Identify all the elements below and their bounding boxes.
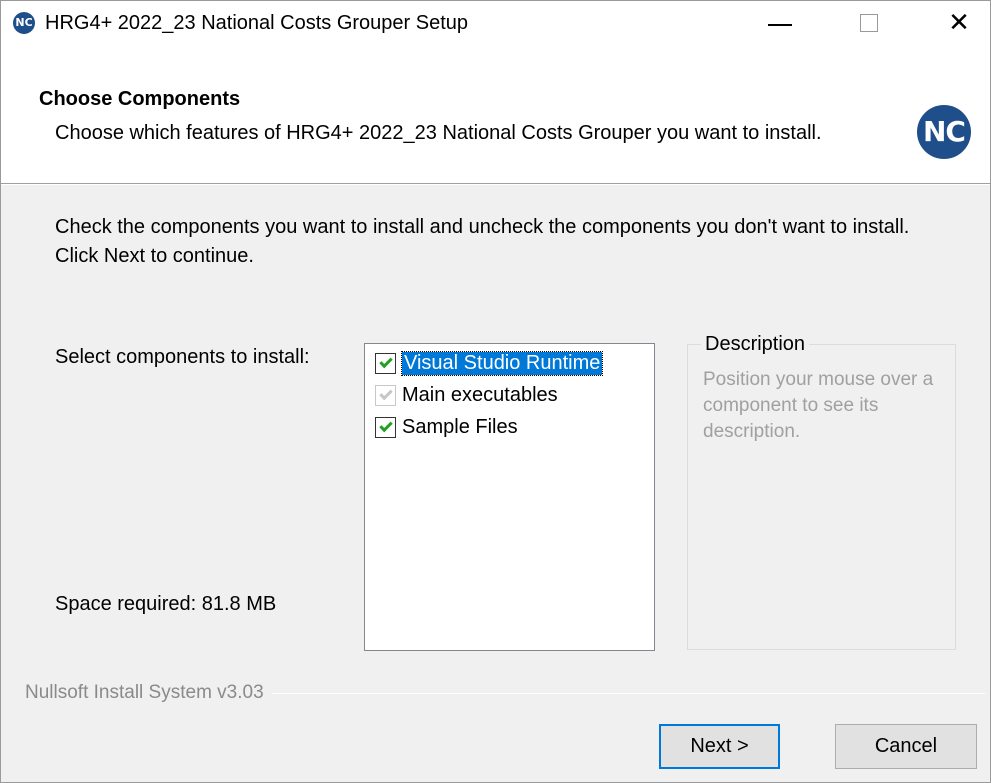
component-item-sample-files[interactable]: Sample Files <box>375 413 518 441</box>
page-title: Choose Components <box>39 88 241 110</box>
component-label: Sample Files <box>402 415 518 438</box>
select-components-label: Select components to install: <box>55 346 310 368</box>
checkbox-main-executables <box>375 384 396 406</box>
description-text: Position your mouse over a component to … <box>703 369 934 442</box>
minimize-icon <box>768 24 792 26</box>
maximize-button[interactable] <box>839 1 899 45</box>
header-panel-top <box>1 45 990 79</box>
intro-text: Check the components you want to install… <box>55 216 910 267</box>
components-tree[interactable]: Visual Studio Runtime Main executables S… <box>364 343 655 651</box>
next-button[interactable]: Next > <box>659 724 780 769</box>
checkmark-icon <box>378 418 393 433</box>
close-icon: ✕ <box>948 8 970 38</box>
window-title: HRG4+ 2022_23 National Costs Grouper Set… <box>45 12 469 34</box>
checkmark-icon <box>378 386 393 401</box>
branding-text: Nullsoft Install System v3.03 <box>25 682 264 703</box>
checkbox-sample-files[interactable] <box>375 416 396 438</box>
nc-logo: NC <box>917 105 971 159</box>
installer-window: NC HRG4+ 2022_23 National Costs Grouper … <box>0 0 991 783</box>
maximize-icon <box>860 14 878 32</box>
description-legend: Description <box>701 333 810 356</box>
app-icon: NC <box>13 12 35 34</box>
component-label: Main executables <box>402 383 558 406</box>
close-button[interactable]: ✕ <box>929 1 989 45</box>
header-divider-highlight <box>1 184 990 185</box>
cancel-button[interactable]: Cancel <box>835 724 977 769</box>
checkbox-visual-studio-runtime[interactable] <box>375 352 396 374</box>
component-label: Visual Studio Runtime <box>400 350 604 376</box>
space-required-label: Space required: 81.8 MB <box>55 593 277 615</box>
branding-line: Nullsoft Install System v3.03 <box>25 682 985 704</box>
component-item-visual-studio-runtime[interactable]: Visual Studio Runtime <box>375 349 604 377</box>
checkmark-icon <box>378 354 393 369</box>
minimize-button[interactable] <box>750 1 810 45</box>
page-subtitle: Choose which features of HRG4+ 2022_23 N… <box>55 122 822 144</box>
title-bar: NC HRG4+ 2022_23 National Costs Grouper … <box>1 1 990 45</box>
branding-rule <box>271 692 985 694</box>
component-item-main-executables[interactable]: Main executables <box>375 381 558 409</box>
